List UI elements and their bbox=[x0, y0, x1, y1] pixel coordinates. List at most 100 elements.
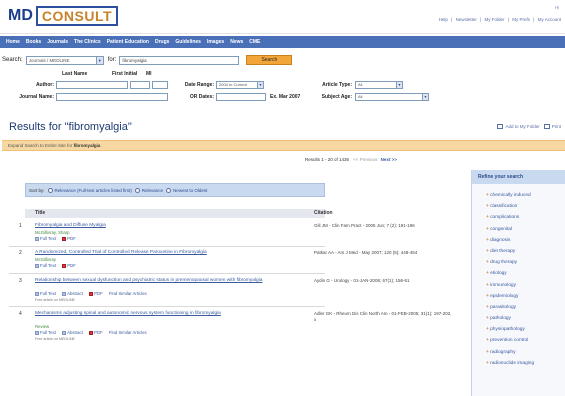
pdf-link[interactable]: PDF bbox=[67, 263, 76, 268]
refine-item[interactable]: radionuclide imaging bbox=[472, 358, 565, 369]
pdf-link[interactable]: PDF bbox=[94, 330, 103, 335]
row-divider bbox=[9, 306, 325, 307]
article-citation: Aydin G - Urology - 01-JAN-2006; 67(1); … bbox=[314, 278, 410, 283]
row-divider bbox=[9, 246, 325, 247]
row-number: 4 bbox=[19, 311, 22, 317]
nav-news[interactable]: News bbox=[230, 39, 243, 45]
subject-age-select[interactable]: All ▼ bbox=[355, 93, 429, 101]
article-title-link[interactable]: Relationship between sexual dysfunction … bbox=[35, 278, 293, 284]
advanced-search: Last Name First Initial MI Author: Journ… bbox=[0, 70, 440, 118]
date-example: Ex. Mar 2007 bbox=[270, 94, 301, 100]
nav-clinics[interactable]: The Clinics bbox=[74, 39, 101, 45]
author-mi-input[interactable] bbox=[152, 81, 168, 89]
pager: Results 1 - 20 of 1436 << Previous Next … bbox=[305, 157, 397, 162]
hide-link[interactable]: Hi bbox=[555, 5, 559, 10]
find-similar-link[interactable]: Find Similar Articles bbox=[109, 291, 147, 296]
refine-item[interactable]: congenital bbox=[472, 224, 565, 235]
refine-search-title: Refine your search bbox=[472, 170, 565, 184]
expand-search-bar[interactable]: Expand Search to Entire Site for fibromy… bbox=[2, 140, 565, 151]
chevron-down-icon: ▼ bbox=[422, 94, 428, 100]
refine-item[interactable]: diet therapy bbox=[472, 246, 565, 257]
sort-relevance-radio[interactable] bbox=[134, 187, 140, 193]
sort-relevance-label[interactable]: Relevance bbox=[142, 188, 163, 193]
refine-item[interactable]: physiopathology bbox=[472, 324, 565, 335]
logo-md-text: MD bbox=[8, 7, 33, 24]
refine-item[interactable]: prevention control bbox=[472, 335, 565, 346]
sort-newest-radio[interactable] bbox=[166, 187, 172, 193]
abstract-icon bbox=[62, 291, 67, 296]
refine-item[interactable]: complications bbox=[472, 212, 565, 223]
sort-relevance-fulltext-label[interactable]: Relevance (Full-text articles listed fir… bbox=[55, 188, 132, 193]
first-initial-header: First Initial bbox=[112, 71, 138, 77]
refine-item[interactable]: etiology bbox=[472, 268, 565, 279]
print-link[interactable]: Print bbox=[552, 124, 561, 129]
full-text-link[interactable]: Full Text bbox=[40, 291, 56, 296]
full-text-icon bbox=[35, 291, 39, 296]
refine-item[interactable]: immunology bbox=[472, 280, 565, 291]
article-links: Full Text Abstract PDF Find Similar Arti… bbox=[35, 330, 152, 335]
newsletter-link[interactable]: Newsletter bbox=[456, 17, 477, 22]
add-to-folder-link[interactable]: Add to My Folder bbox=[505, 124, 539, 129]
article-source-note: Free article on MEDLINE bbox=[35, 298, 75, 302]
article-title-link[interactable]: A Randomized, Controlled Trial of Contro… bbox=[35, 250, 293, 256]
journal-name-input[interactable] bbox=[56, 93, 168, 101]
sort-newest-label[interactable]: Newest to Oldest bbox=[173, 188, 207, 193]
journal-name-label: Journal Name: bbox=[19, 94, 54, 100]
my-prefs-link[interactable]: My Prefs bbox=[512, 17, 530, 22]
main-navbar: Home Books Journals The Clinics Patient … bbox=[0, 36, 565, 48]
refine-item[interactable]: radiography bbox=[472, 347, 565, 358]
or-dates-input[interactable] bbox=[216, 93, 266, 101]
find-similar-link[interactable]: Find Similar Articles bbox=[109, 330, 147, 335]
full-text-icon bbox=[35, 236, 39, 241]
nav-home[interactable]: Home bbox=[6, 39, 20, 45]
next-link[interactable]: Next >> bbox=[381, 157, 397, 162]
refine-item[interactable]: epidemiology bbox=[472, 291, 565, 302]
nav-journals[interactable]: Journals bbox=[47, 39, 68, 45]
article-links: Full Text PDF bbox=[35, 263, 81, 268]
refine-item[interactable]: pathology bbox=[472, 313, 565, 324]
pdf-link[interactable]: PDF bbox=[94, 291, 103, 296]
search-scope-select[interactable]: Journals / MEDLINE ▼ bbox=[25, 55, 104, 65]
chevron-down-icon: ▼ bbox=[396, 82, 402, 88]
nav-drugs[interactable]: Drugs bbox=[155, 39, 169, 45]
pdf-link[interactable]: PDF bbox=[67, 236, 76, 241]
refine-item[interactable]: chemically induced bbox=[472, 190, 565, 201]
refine-item[interactable]: diagnosis bbox=[472, 235, 565, 246]
separator: | bbox=[451, 17, 453, 22]
full-text-link[interactable]: Full Text bbox=[40, 330, 56, 335]
article-title-link[interactable]: Mechanisms adjusting spinal and autonomi… bbox=[35, 311, 293, 317]
nav-patient-education[interactable]: Patient Education bbox=[107, 39, 149, 45]
my-account-link[interactable]: My Account bbox=[538, 17, 561, 22]
pdf-icon bbox=[89, 330, 94, 335]
refine-item[interactable]: drug therapy bbox=[472, 257, 565, 268]
nav-images[interactable]: Images bbox=[207, 39, 224, 45]
sort-relevance-fulltext-radio[interactable] bbox=[47, 187, 53, 193]
search-button[interactable]: Search bbox=[246, 55, 293, 65]
full-text-link[interactable]: Full Text bbox=[40, 263, 56, 268]
nav-cme[interactable]: CME bbox=[249, 39, 260, 45]
refine-item[interactable]: parasitology bbox=[472, 302, 565, 313]
article-title-link[interactable]: Fibromyalgia and Diffuse Myalgia bbox=[35, 223, 293, 229]
search-input[interactable]: fibromyalgia bbox=[119, 55, 240, 65]
chevron-down-icon: ▼ bbox=[95, 56, 103, 64]
article-source-note: Free article on MEDLINE bbox=[35, 337, 75, 341]
my-folder-link[interactable]: My Folder bbox=[485, 17, 505, 22]
row-number: 1 bbox=[19, 223, 22, 229]
top-links: Help | Newsletter | My Folder | My Prefs… bbox=[437, 17, 561, 22]
header: MD CONSULT Hi Help | Newsletter | My Fol… bbox=[0, 0, 565, 34]
separator: | bbox=[507, 17, 509, 22]
md-consult-logo[interactable]: MD CONSULT bbox=[8, 6, 119, 26]
nav-guidelines[interactable]: Guidelines bbox=[175, 39, 201, 45]
abstract-link[interactable]: Abstract bbox=[67, 330, 83, 335]
separator: | bbox=[533, 17, 535, 22]
help-link[interactable]: Help bbox=[439, 17, 448, 22]
author-first-initial-input[interactable] bbox=[130, 81, 150, 89]
middle-initial-header: MI bbox=[146, 71, 152, 77]
author-last-name-input[interactable] bbox=[56, 81, 128, 89]
date-range-select[interactable]: 2004 to Current ▼ bbox=[216, 81, 264, 89]
article-type-select[interactable]: All ▼ bbox=[355, 81, 403, 89]
abstract-link[interactable]: Abstract bbox=[67, 291, 83, 296]
refine-item[interactable]: classification bbox=[472, 201, 565, 212]
nav-books[interactable]: Books bbox=[26, 39, 41, 45]
full-text-link[interactable]: Full Text bbox=[40, 236, 56, 241]
